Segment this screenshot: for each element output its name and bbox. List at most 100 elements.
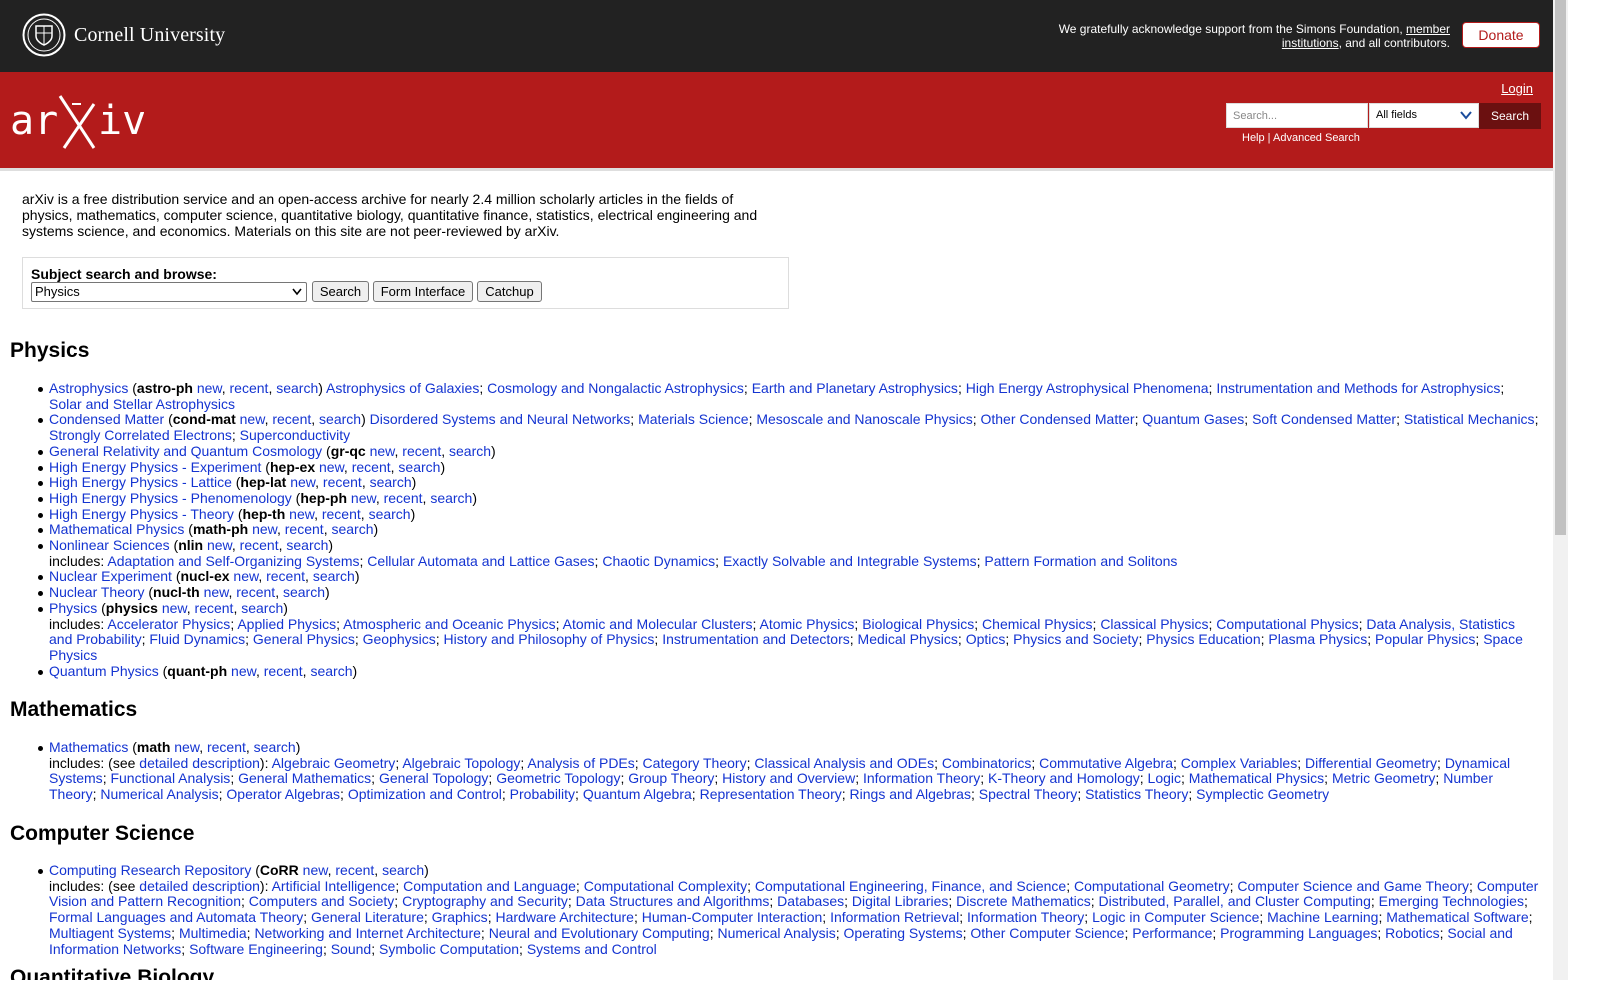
search-link[interactable]: search	[283, 584, 325, 600]
subcategory-link[interactable]: Machine Learning	[1267, 909, 1378, 925]
scrollbar-thumb[interactable]	[1555, 0, 1566, 535]
subcategory-link[interactable]: Performance	[1132, 925, 1212, 941]
category-link[interactable]: Physics	[49, 600, 97, 616]
subcategory-link[interactable]: Other Condensed Matter	[980, 411, 1134, 428]
new-link[interactable]: new	[319, 459, 344, 475]
search-link[interactable]: search	[310, 663, 352, 679]
vertical-scrollbar[interactable]	[1553, 0, 1568, 980]
subcategory-link[interactable]: Information Theory	[967, 909, 1084, 925]
search-link[interactable]: search	[369, 506, 411, 522]
subcategory-link[interactable]: Functional Analysis	[110, 770, 230, 787]
subcategory-link[interactable]: High Energy Astrophysical Phenomena	[966, 380, 1209, 396]
subcategory-link[interactable]: Metric Geometry	[1332, 770, 1435, 787]
subcategory-link[interactable]: Algebraic Topology	[402, 755, 520, 771]
subcategory-link[interactable]: Biological Physics	[862, 616, 974, 632]
search-link[interactable]: search	[254, 739, 296, 755]
subcategory-link[interactable]: Multimedia	[179, 925, 247, 941]
subcategory-link[interactable]: Algebraic Geometry	[272, 755, 396, 771]
form-interface-button[interactable]: Form Interface	[373, 281, 473, 302]
subcategory-link[interactable]: Optics	[966, 631, 1006, 647]
subcategory-link[interactable]: Formal Languages and Automata Theory	[49, 909, 303, 925]
subcategory-link[interactable]: Emerging Technologies	[1379, 893, 1524, 910]
subcategory-link[interactable]: Chemical Physics	[982, 616, 1092, 632]
subcategory-link[interactable]: Mathematical Software	[1386, 909, 1528, 925]
subcategory-link[interactable]: Group Theory	[628, 770, 714, 787]
subcategory-link[interactable]: Computational Complexity	[584, 878, 747, 894]
subcategory-link[interactable]: Systems and Control	[527, 941, 657, 957]
detailed-description-link[interactable]: detailed description	[139, 755, 260, 771]
new-link[interactable]: new	[303, 862, 328, 878]
subcategory-link[interactable]: Data Structures and Algorithms	[576, 893, 770, 910]
recent-link[interactable]: recent	[285, 521, 324, 537]
subcategory-link[interactable]: Classical Analysis and ODEs	[754, 755, 934, 771]
subcategory-link[interactable]: Logic in Computer Science	[1092, 909, 1259, 925]
recent-link[interactable]: recent	[264, 663, 303, 679]
subcategory-link[interactable]: Computers and Society	[249, 893, 395, 910]
subcategory-link[interactable]: Instrumentation and Detectors	[662, 631, 850, 647]
recent-link[interactable]: recent	[384, 490, 423, 506]
subcategory-link[interactable]: Quantum Algebra	[583, 786, 692, 802]
subcategory-link[interactable]: Databases	[777, 893, 844, 910]
subcategory-link[interactable]: Logic	[1148, 770, 1181, 787]
login-link[interactable]: Login	[1501, 81, 1533, 96]
subcategory-link[interactable]: Computational Engineering, Finance, and …	[755, 878, 1066, 894]
subcategory-link[interactable]: Physics Education	[1146, 631, 1260, 647]
subcategory-link[interactable]: Category Theory	[643, 755, 747, 771]
new-link[interactable]: new	[290, 474, 315, 490]
subcategory-link[interactable]: Plasma Physics	[1268, 631, 1367, 647]
subcategory-link[interactable]: K-Theory and Homology	[988, 770, 1140, 787]
arxiv-logo[interactable]: ar iv	[10, 90, 144, 150]
subcategory-link[interactable]: Commutative Algebra	[1039, 755, 1173, 771]
category-link[interactable]: High Energy Physics - Experiment	[49, 459, 261, 475]
subcategory-link[interactable]: Sound	[331, 941, 371, 957]
search-link[interactable]: search	[319, 411, 361, 428]
search-link[interactable]: search	[331, 521, 373, 537]
subject-select[interactable]: Physics	[31, 282, 307, 302]
subcategory-link[interactable]: Geometric Topology	[496, 770, 620, 787]
recent-link[interactable]: recent	[230, 380, 269, 396]
category-link[interactable]: Nuclear Theory	[49, 584, 144, 600]
subcategory-link[interactable]: General Topology	[379, 770, 488, 787]
subcategory-link[interactable]: Statistical Mechanics	[1404, 411, 1535, 428]
donate-button[interactable]: Donate	[1462, 22, 1540, 48]
subcategory-link[interactable]: Computation and Language	[403, 878, 576, 894]
new-link[interactable]: new	[204, 584, 229, 600]
search-link[interactable]: search	[286, 537, 328, 553]
subcategory-link[interactable]: Numerical Analysis	[100, 786, 218, 802]
search-link[interactable]: search	[382, 862, 424, 878]
subcategory-link[interactable]: Graphics	[432, 909, 488, 925]
subcategory-link[interactable]: Optimization and Control	[348, 786, 502, 802]
subcategory-link[interactable]: Operating Systems	[844, 925, 963, 941]
subcategory-link[interactable]: Spectral Theory	[979, 786, 1078, 802]
new-link[interactable]: new	[252, 521, 277, 537]
subcategory-link[interactable]: Instrumentation and Methods for Astrophy…	[1216, 380, 1500, 396]
category-link[interactable]: General Relativity and Quantum Cosmology	[49, 443, 322, 459]
recent-link[interactable]: recent	[195, 600, 234, 616]
recent-link[interactable]: recent	[323, 474, 362, 490]
subcategory-link[interactable]: Statistics Theory	[1085, 786, 1188, 802]
subcategory-link[interactable]: Applied Physics	[237, 616, 336, 632]
subcategory-link[interactable]: Medical Physics	[858, 631, 958, 647]
subcategory-link[interactable]: Digital Libraries	[852, 893, 948, 910]
subcategory-link[interactable]: Exactly Solvable and Integrable Systems	[723, 553, 977, 569]
search-link[interactable]: search	[313, 568, 355, 585]
subcategory-link[interactable]: Probability	[510, 786, 575, 802]
subcategory-link[interactable]: Information Retrieval	[830, 909, 959, 925]
subcategory-link[interactable]: Programming Languages	[1220, 925, 1377, 941]
subcategory-link[interactable]: Classical Physics	[1100, 616, 1208, 632]
subject-search-button[interactable]: Search	[312, 281, 369, 302]
subcategory-link[interactable]: Accelerator Physics	[107, 616, 230, 632]
category-link[interactable]: High Energy Physics - Theory	[49, 506, 234, 522]
search-link[interactable]: search	[370, 474, 412, 490]
subcategory-link[interactable]: Networking and Internet Architecture	[254, 925, 480, 941]
subcategory-link[interactable]: Software Engineering	[189, 941, 323, 957]
subcategory-link[interactable]: Analysis of PDEs	[527, 755, 634, 771]
cornell-logo[interactable]: Cornell University	[22, 13, 225, 57]
category-link[interactable]: High Energy Physics - Lattice	[49, 474, 232, 490]
subcategory-link[interactable]: Distributed, Parallel, and Cluster Compu…	[1099, 893, 1371, 910]
subcategory-link[interactable]: Computational Geometry	[1074, 878, 1230, 894]
detailed-description-link[interactable]: detailed description	[139, 878, 260, 894]
subcategory-link[interactable]: Cosmology and Nongalactic Astrophysics	[487, 380, 744, 396]
recent-link[interactable]: recent	[272, 411, 311, 428]
advanced-search-link[interactable]: Advanced Search	[1273, 132, 1360, 144]
